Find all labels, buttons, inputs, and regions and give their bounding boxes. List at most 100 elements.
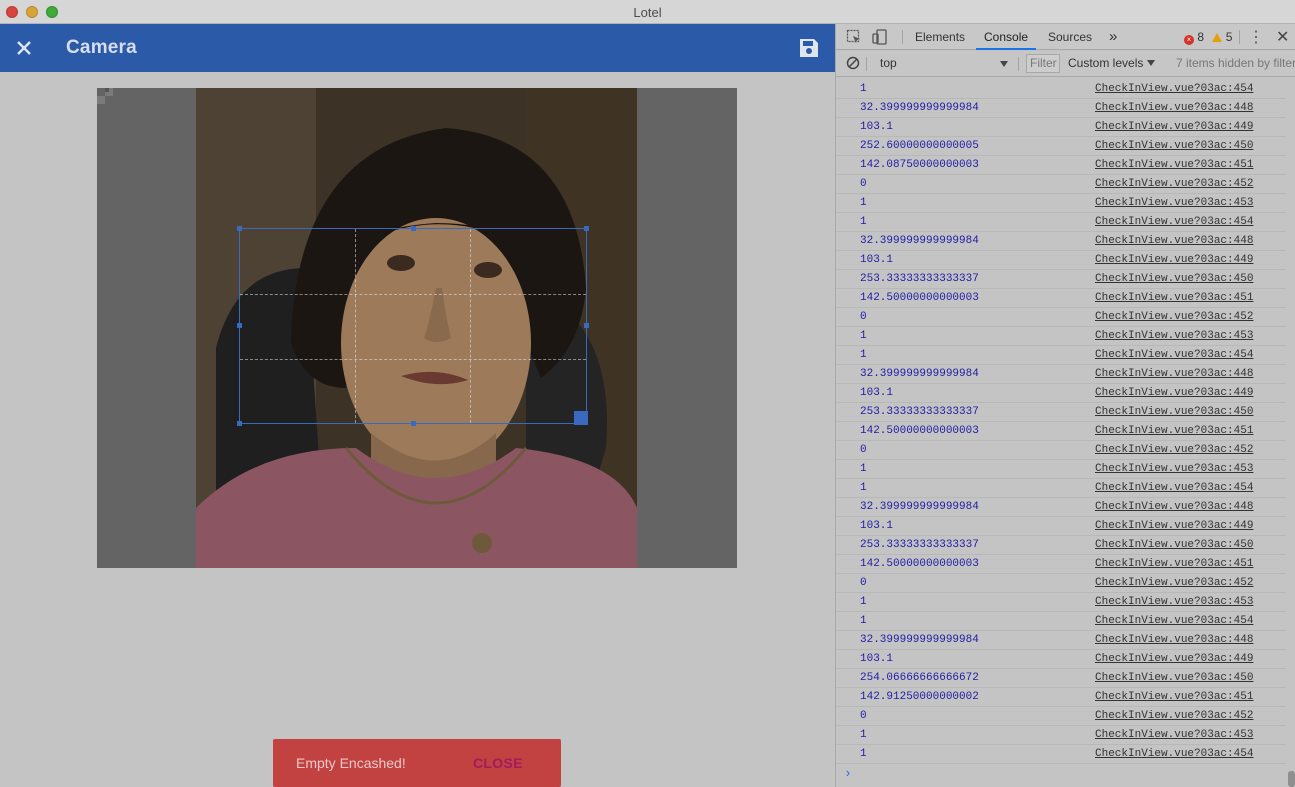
console-source-link[interactable]: CheckInView.vue?03ac:452 bbox=[1095, 710, 1253, 722]
console-source-link[interactable]: CheckInView.vue?03ac:454 bbox=[1095, 83, 1253, 95]
console-message-row: 103.1 CheckInView.vue?03ac:449 bbox=[836, 118, 1286, 137]
console-source-link[interactable]: CheckInView.vue?03ac:448 bbox=[1095, 501, 1253, 513]
device-toolbar-icon[interactable] bbox=[872, 29, 888, 45]
console-message-row: 1 CheckInView.vue?03ac:454 bbox=[836, 745, 1286, 764]
clear-console-icon[interactable] bbox=[846, 56, 860, 70]
console-message-value: 32.399999999999984 bbox=[860, 102, 979, 114]
window-titlebar: Lotel bbox=[0, 0, 1295, 24]
console-message-value: 142.50000000000003 bbox=[860, 292, 979, 304]
crop-handle-e[interactable] bbox=[584, 323, 589, 328]
console-message-value: 1 bbox=[860, 463, 867, 475]
crop-handle-ne[interactable] bbox=[584, 226, 589, 231]
console-message-value: 0 bbox=[860, 577, 867, 589]
console-source-link[interactable]: CheckInView.vue?03ac:452 bbox=[1095, 178, 1253, 190]
console-source-link[interactable]: CheckInView.vue?03ac:449 bbox=[1095, 387, 1253, 399]
console-source-link[interactable]: CheckInView.vue?03ac:450 bbox=[1095, 406, 1253, 418]
console-message-value: 1 bbox=[860, 482, 867, 494]
console-message-value: 32.399999999999984 bbox=[860, 501, 979, 513]
console-message-value: 32.399999999999984 bbox=[860, 634, 979, 646]
crop-handle-n[interactable] bbox=[411, 226, 416, 231]
console-source-link[interactable]: CheckInView.vue?03ac:449 bbox=[1095, 520, 1253, 532]
console-source-link[interactable]: CheckInView.vue?03ac:453 bbox=[1095, 197, 1253, 209]
crop-handle-w[interactable] bbox=[237, 323, 242, 328]
warning-count: 5 bbox=[1225, 30, 1233, 44]
console-message-row: 253.33333333333337 CheckInView.vue?03ac:4… bbox=[836, 403, 1286, 422]
close-icon[interactable] bbox=[12, 36, 36, 60]
console-output[interactable]: 1 CheckInView.vue?03ac:454 32.399999999999… bbox=[836, 80, 1286, 768]
console-message-value: 253.33333333333337 bbox=[860, 539, 979, 551]
console-source-link[interactable]: CheckInView.vue?03ac:451 bbox=[1095, 558, 1253, 570]
console-source-link[interactable]: CheckInView.vue?03ac:450 bbox=[1095, 140, 1253, 152]
console-source-link[interactable]: CheckInView.vue?03ac:451 bbox=[1095, 159, 1253, 171]
kebab-menu-icon[interactable]: ⋮ bbox=[1248, 27, 1264, 47]
tab-sources[interactable]: Sources bbox=[1040, 24, 1100, 50]
console-source-link[interactable]: CheckInView.vue?03ac:452 bbox=[1095, 444, 1253, 456]
console-message-row: 32.399999999999984 CheckInView.vue?03ac:4… bbox=[836, 232, 1286, 251]
console-source-link[interactable]: CheckInView.vue?03ac:450 bbox=[1095, 273, 1253, 285]
console-source-link[interactable]: CheckInView.vue?03ac:449 bbox=[1095, 653, 1253, 665]
console-source-link[interactable]: CheckInView.vue?03ac:453 bbox=[1095, 729, 1253, 741]
console-message-value: 1 bbox=[860, 596, 867, 608]
crop-box[interactable] bbox=[237, 226, 589, 426]
console-message-value: 103.1 bbox=[860, 387, 894, 399]
more-tabs-button[interactable]: » bbox=[1101, 24, 1125, 50]
console-source-link[interactable]: CheckInView.vue?03ac:449 bbox=[1095, 254, 1253, 266]
log-levels-dropdown[interactable]: Custom levels bbox=[1068, 56, 1156, 70]
console-message-row: 1 CheckInView.vue?03ac:453 bbox=[836, 593, 1286, 612]
console-source-link[interactable]: CheckInView.vue?03ac:448 bbox=[1095, 235, 1253, 247]
console-message-value: 0 bbox=[860, 710, 867, 722]
tab-console[interactable]: Console bbox=[976, 24, 1037, 50]
crop-handle-sw[interactable] bbox=[237, 421, 242, 426]
console-message-row: 1 CheckInView.vue?03ac:454 bbox=[836, 213, 1286, 232]
console-source-link[interactable]: CheckInView.vue?03ac:451 bbox=[1095, 691, 1253, 703]
console-prompt[interactable]: › bbox=[844, 766, 852, 781]
console-source-link[interactable]: CheckInView.vue?03ac:450 bbox=[1095, 539, 1253, 551]
console-source-link[interactable]: CheckInView.vue?03ac:449 bbox=[1095, 121, 1253, 133]
crop-handle-se[interactable] bbox=[574, 411, 588, 425]
save-icon[interactable] bbox=[797, 36, 821, 60]
console-scrollbar[interactable] bbox=[1287, 80, 1295, 787]
console-message-row: 32.399999999999984 CheckInView.vue?03ac:4… bbox=[836, 99, 1286, 118]
console-message-row: 0 CheckInView.vue?03ac:452 bbox=[836, 441, 1286, 460]
close-devtools-icon[interactable]: ✕ bbox=[1276, 27, 1289, 47]
console-source-link[interactable]: CheckInView.vue?03ac:448 bbox=[1095, 634, 1253, 646]
console-source-link[interactable]: CheckInView.vue?03ac:451 bbox=[1095, 425, 1253, 437]
app-bar: Camera bbox=[0, 24, 835, 72]
filter-input[interactable]: Filter bbox=[1026, 54, 1060, 73]
console-source-link[interactable]: CheckInView.vue?03ac:454 bbox=[1095, 216, 1253, 228]
chevron-down-icon bbox=[1000, 61, 1008, 67]
console-source-link[interactable]: CheckInView.vue?03ac:448 bbox=[1095, 368, 1253, 380]
console-message-row: 0 CheckInView.vue?03ac:452 bbox=[836, 707, 1286, 726]
console-source-link[interactable]: CheckInView.vue?03ac:453 bbox=[1095, 463, 1253, 475]
crop-guide bbox=[355, 229, 356, 423]
hidden-items-count: 7 items hidden by filters bbox=[1176, 56, 1295, 70]
image-cropper[interactable] bbox=[97, 88, 737, 568]
console-message-value: 103.1 bbox=[860, 520, 894, 532]
crop-handle-nw[interactable] bbox=[237, 226, 242, 231]
console-source-link[interactable]: CheckInView.vue?03ac:448 bbox=[1095, 102, 1253, 114]
console-message-row: 254.06666666666672 CheckInView.vue?03ac:4… bbox=[836, 669, 1286, 688]
snackbar-close-button[interactable]: CLOSE bbox=[473, 755, 523, 771]
console-message-value: 1 bbox=[860, 748, 867, 760]
crop-handle-s[interactable] bbox=[411, 421, 416, 426]
scrollbar-thumb[interactable] bbox=[1288, 771, 1295, 787]
issue-counter[interactable]: × 8 5 bbox=[1184, 30, 1232, 45]
console-message-row: 1 CheckInView.vue?03ac:454 bbox=[836, 80, 1286, 99]
console-message-value: 1 bbox=[860, 197, 867, 209]
tab-elements[interactable]: Elements bbox=[907, 24, 973, 50]
console-source-link[interactable]: CheckInView.vue?03ac:454 bbox=[1095, 748, 1253, 760]
console-source-link[interactable]: CheckInView.vue?03ac:453 bbox=[1095, 596, 1253, 608]
context-selector[interactable]: top bbox=[874, 54, 1012, 73]
console-source-link[interactable]: CheckInView.vue?03ac:451 bbox=[1095, 292, 1253, 304]
console-message-value: 32.399999999999984 bbox=[860, 368, 979, 380]
console-source-link[interactable]: CheckInView.vue?03ac:454 bbox=[1095, 349, 1253, 361]
inspect-element-icon[interactable] bbox=[846, 29, 862, 45]
console-source-link[interactable]: CheckInView.vue?03ac:452 bbox=[1095, 577, 1253, 589]
console-source-link[interactable]: CheckInView.vue?03ac:453 bbox=[1095, 330, 1253, 342]
console-source-link[interactable]: CheckInView.vue?03ac:454 bbox=[1095, 615, 1253, 627]
console-message-row: 0 CheckInView.vue?03ac:452 bbox=[836, 175, 1286, 194]
console-source-link[interactable]: CheckInView.vue?03ac:454 bbox=[1095, 482, 1253, 494]
console-source-link[interactable]: CheckInView.vue?03ac:452 bbox=[1095, 311, 1253, 323]
console-source-link[interactable]: CheckInView.vue?03ac:450 bbox=[1095, 672, 1253, 684]
error-icon: × bbox=[1184, 35, 1194, 45]
